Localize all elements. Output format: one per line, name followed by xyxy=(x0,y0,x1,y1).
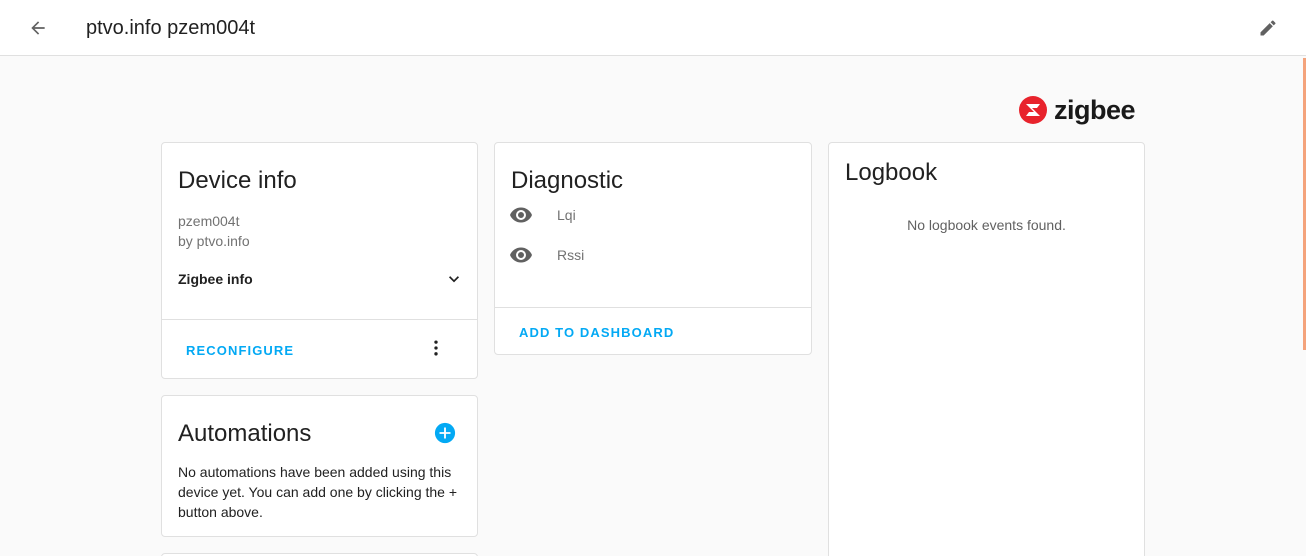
plus-circle-icon xyxy=(434,422,456,444)
logbook-empty-text: No logbook events found. xyxy=(907,217,1066,233)
back-button[interactable] xyxy=(24,14,52,42)
card-divider xyxy=(495,307,811,308)
arrow-left-icon xyxy=(31,21,45,35)
eye-icon xyxy=(510,207,532,223)
zigbee-mark-icon xyxy=(1019,96,1047,124)
reconfigure-button[interactable]: RECONFIGURE xyxy=(186,343,294,358)
more-options-button[interactable] xyxy=(424,336,448,360)
entity-row-lqi[interactable]: Lqi xyxy=(509,201,576,229)
pencil-icon xyxy=(1260,20,1276,36)
automations-card: Automations No automations have been add… xyxy=(161,395,478,537)
zigbee-logo: zigbee xyxy=(1018,94,1136,126)
page-title: ptvo.info pzem004t xyxy=(86,17,255,39)
add-to-dashboard-button[interactable]: ADD TO DASHBOARD xyxy=(519,325,674,340)
add-automation-button[interactable] xyxy=(432,420,458,446)
diagnostic-title: Diagnostic xyxy=(511,167,624,194)
entity-label-lqi: Lqi xyxy=(557,207,576,223)
automations-empty-text: No automations have been added using thi… xyxy=(178,464,458,520)
edit-button[interactable] xyxy=(1256,16,1280,40)
device-info-title: Device info xyxy=(178,167,297,194)
top-app-bar: ptvo.info pzem004t xyxy=(0,0,1306,56)
logbook-title: Logbook xyxy=(845,159,938,186)
device-info-card: Device info pzem004t by ptvo.info Zigbee… xyxy=(161,142,478,379)
entity-row-rssi[interactable]: Rssi xyxy=(509,241,584,269)
device-model: pzem004t xyxy=(178,213,240,229)
logbook-card: Logbook No logbook events found. xyxy=(828,142,1145,556)
eye-icon xyxy=(510,247,532,263)
zigbee-info-expander[interactable]: Zigbee info xyxy=(178,267,464,291)
zigbee-info-label: Zigbee info xyxy=(178,271,253,287)
automations-title: Automations xyxy=(178,420,312,447)
device-manufacturer: by ptvo.info xyxy=(178,233,250,249)
zigbee-wordmark: zigbee xyxy=(1054,94,1136,125)
chevron-down-icon xyxy=(449,276,459,283)
entity-label-rssi: Rssi xyxy=(557,247,585,263)
dots-vertical-icon xyxy=(434,340,438,356)
diagnostic-card: Diagnostic Lqi Rssi ADD TO DASHBOARD xyxy=(494,142,812,355)
card-divider xyxy=(162,319,477,320)
